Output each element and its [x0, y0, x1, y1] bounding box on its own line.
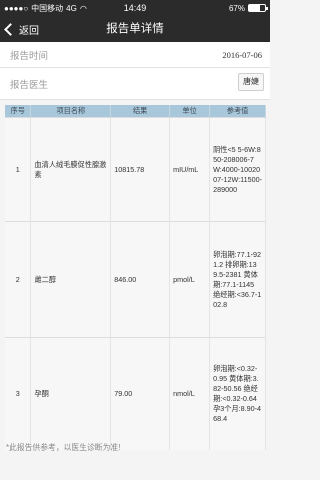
row-unit: nmol/L: [169, 337, 211, 450]
header-unit: 单位: [169, 105, 211, 118]
report-time-value: 2016-07-06: [222, 50, 262, 60]
report-time-row: 报告时间 2016-07-06: [0, 42, 270, 68]
nav-bar: 返回 报告单详情: [0, 16, 270, 42]
row-no: 1: [5, 117, 32, 222]
report-doctor-row: 报告医生 唐婕: [0, 68, 270, 100]
row-result: 79.00: [110, 337, 171, 450]
table-header-row: 序号 项目名称 结果 单位 参考值: [5, 105, 266, 118]
row-name: 孕酮: [30, 337, 112, 450]
carrier-label: 中国移动: [31, 3, 64, 13]
doctor-name-button[interactable]: 唐婕: [238, 73, 264, 91]
header-name: 项目名称: [30, 105, 112, 118]
header-result: 结果: [110, 105, 171, 118]
wifi-icon: ◠: [79, 3, 87, 13]
disclaimer-note: *此报告供参考，以医生诊断为准!: [6, 443, 121, 452]
status-right: 67%: [228, 3, 268, 13]
row-unit: mIU/mL: [169, 117, 211, 222]
report-doctor-label: 报告医生: [10, 80, 49, 91]
header-no: 序号: [5, 105, 32, 118]
row-name: 雌二醇: [30, 221, 112, 338]
row-result: 846.00: [110, 221, 171, 338]
status-bar: ●●●●○ 中国移动 4G ◠ 14:49 67%: [0, 0, 270, 16]
table-row: 1 血清人绒毛膜促性腺激素 10815.78 mIU/mL 阴性<5 5-6W:…: [5, 117, 266, 222]
row-reference: 卵泡期:77.1-921.2 排卵期:139.5-2381 黄体期:77.1-1…: [209, 221, 266, 338]
header-reference: 参考值: [209, 105, 266, 118]
row-name: 血清人绒毛膜促性腺激素: [30, 117, 112, 222]
signal-icon: ●●●●○: [4, 3, 29, 13]
row-no: 3: [5, 337, 32, 450]
battery-icon: [248, 4, 268, 12]
page-title: 报告单详情: [106, 23, 164, 35]
table-row: 2 雌二醇 846.00 pmol/L 卵泡期:77.1-921.2 排卵期:1…: [5, 221, 266, 338]
row-no: 2: [5, 221, 32, 338]
row-result: 10815.78: [110, 117, 171, 222]
network-label: 4G: [66, 3, 77, 13]
results-table: 序号 项目名称 结果 单位 参考值 1 血清人绒毛膜促性腺激素 10815.78…: [5, 105, 266, 450]
row-reference: 卵泡期:<0.32-0.95 黄体期:3.82-50.56 绝经期:<0.32-…: [209, 337, 266, 450]
status-left: ●●●●○ 中国移动 4G ◠: [4, 3, 87, 14]
status-time: 14:49: [123, 3, 147, 13]
row-unit: pmol/L: [169, 221, 211, 338]
table-row: 3 孕酮 79.00 nmol/L 卵泡期:<0.32-0.95 黄体期:3.8…: [5, 337, 266, 450]
row-reference: 阴性<5 5-6W:850-208006-7W:4000-1002007-12W…: [209, 117, 266, 222]
battery-percent: 67%: [228, 3, 245, 13]
report-time-label: 报告时间: [10, 51, 49, 62]
